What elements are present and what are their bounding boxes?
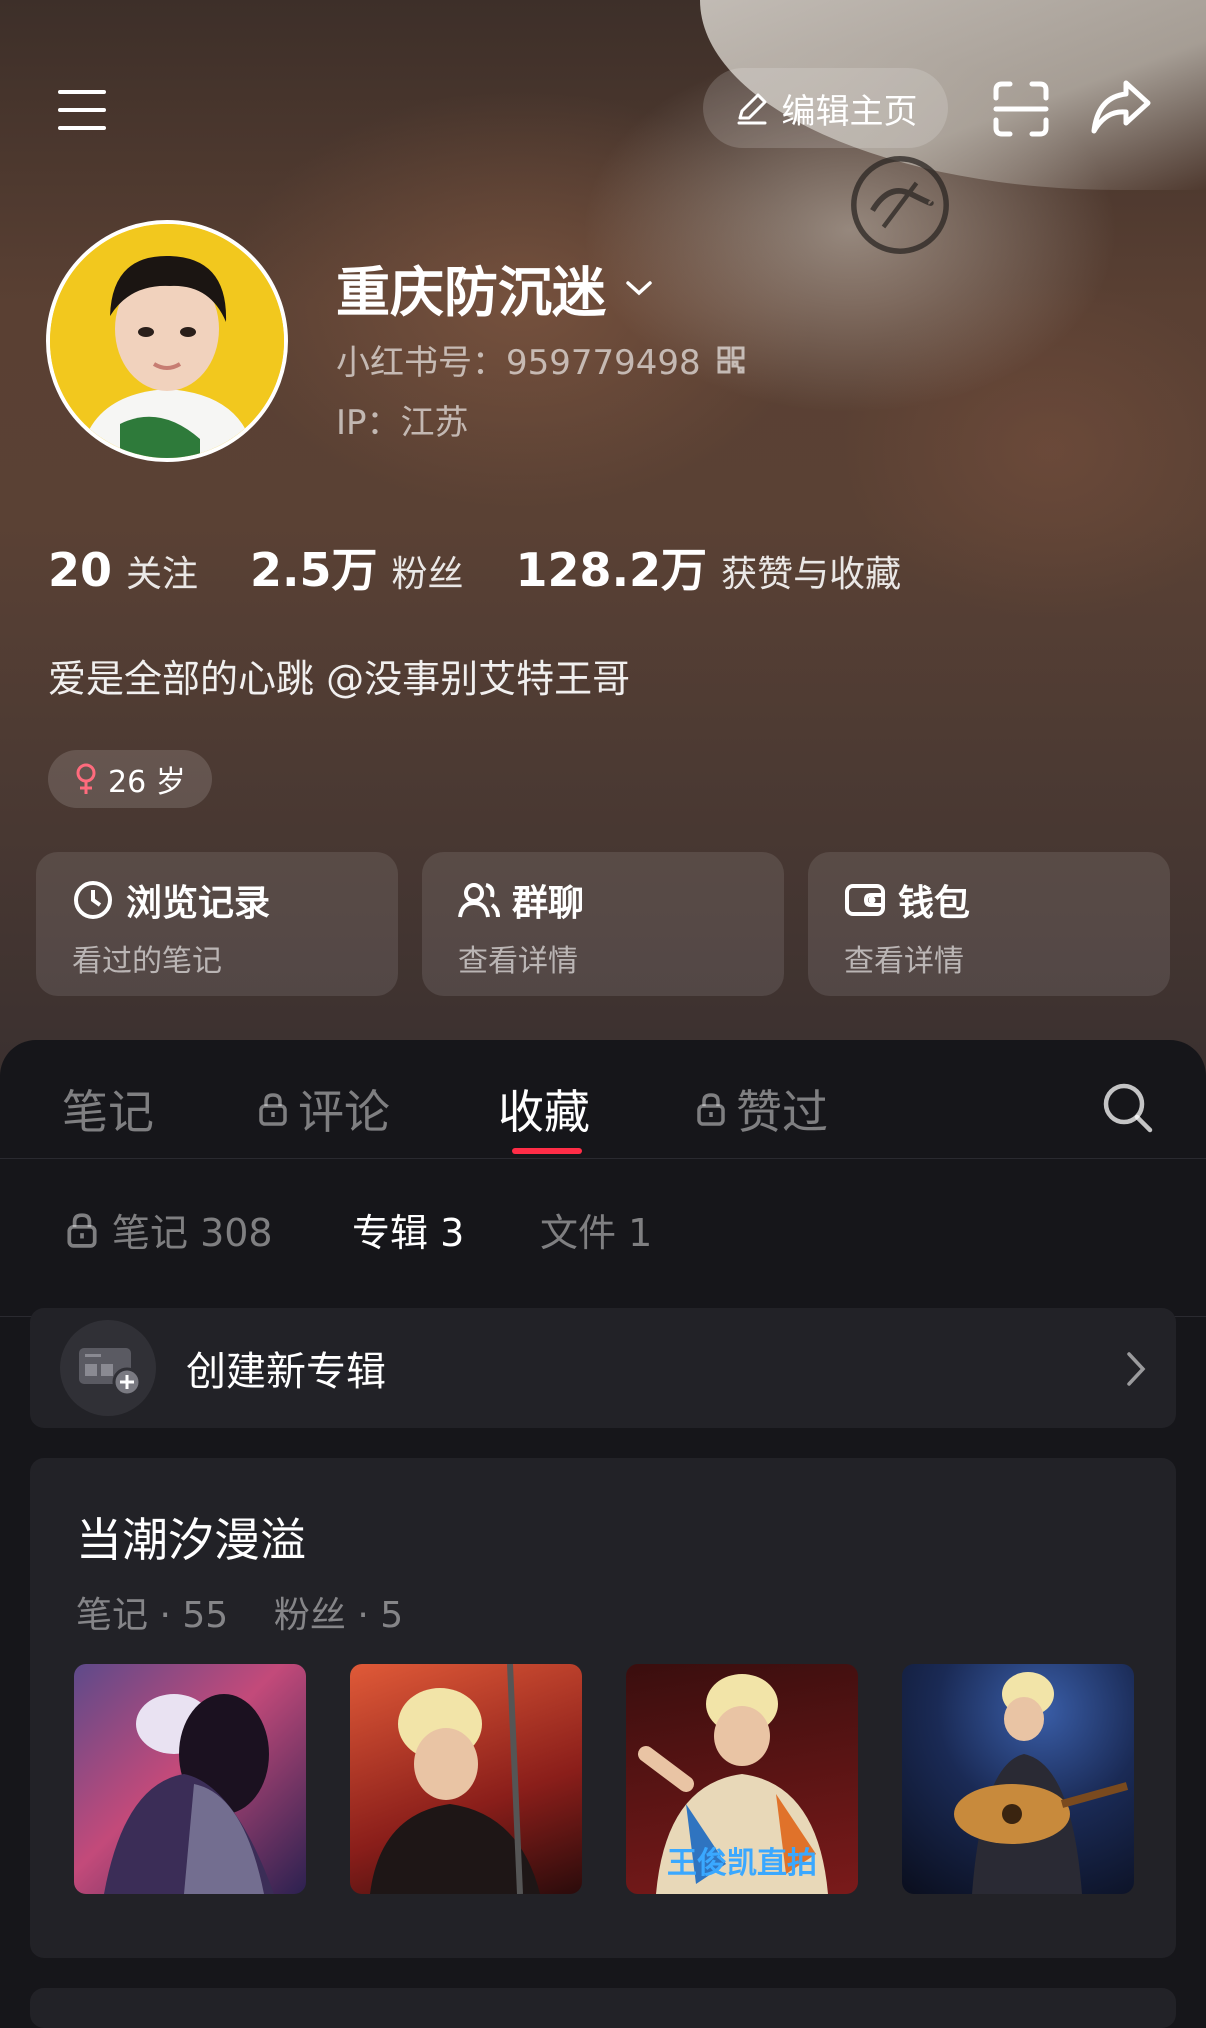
thumbnail-caption: 王俊凯直拍	[667, 1846, 817, 1881]
group-icon	[458, 883, 500, 918]
tab-collections[interactable]: 收藏	[498, 1076, 590, 1142]
create-album-row[interactable]: 创建新专辑	[30, 1308, 1176, 1428]
create-album-label: 创建新专辑	[186, 1349, 386, 1395]
edit-profile-button[interactable]: 编辑主页	[703, 68, 948, 148]
followers-stat[interactable]: 2.5万 粉丝	[250, 534, 464, 600]
subtab-files[interactable]: 文件 1	[540, 1202, 652, 1257]
age-text: 26 岁	[108, 765, 186, 800]
album-thumbnail[interactable]	[74, 1664, 306, 1894]
subtab-albums[interactable]: 专辑 3	[352, 1202, 464, 1257]
followers-count: 2.5万	[250, 543, 378, 597]
group-chat-card[interactable]: 群聊 查看详情	[422, 852, 784, 996]
wallet-card[interactable]: 钱包 查看详情	[808, 852, 1170, 996]
album-thumbnails: 王俊凯直拍	[74, 1664, 1134, 1894]
group-chat-card-title: 群聊	[512, 883, 585, 924]
wallet-card-sub: 查看详情	[844, 944, 964, 979]
subtab-files-label: 文件 1	[540, 1211, 653, 1255]
shortcut-cards: 浏览记录 看过的笔记 群聊 查看详情 钱包 查看详情	[36, 852, 1170, 996]
followers-label: 粉丝	[391, 554, 464, 595]
group-chat-card-sub: 查看详情	[458, 944, 578, 979]
username[interactable]: 重庆防沉迷	[336, 248, 654, 327]
clock-icon	[74, 881, 112, 919]
album-thumbnail[interactable]: 王俊凯直拍	[626, 1664, 858, 1894]
cap-emblem-icon	[851, 156, 949, 254]
album-card[interactable]: 当潮汐漫溢 笔记 · 55 粉丝 · 5 王俊凯直拍	[30, 1458, 1176, 1958]
likes-collects-count: 128.2万	[515, 543, 708, 597]
user-id: 小红书号：959779498	[336, 335, 745, 384]
content-panel: 笔记 评论 收藏 赞过 笔记 308 专辑 3 文件 1 创建新专辑 当潮汐漫溢…	[0, 1040, 1206, 2028]
following-label: 关注	[126, 554, 199, 595]
collection-subtabs: 笔记 308 专辑 3 文件 1	[0, 1158, 1206, 1317]
album-thumbnail[interactable]	[902, 1664, 1134, 1894]
bio: 爱是全部的心跳 @没事别艾特王哥	[48, 657, 631, 701]
gender-age-tag: 26 岁	[48, 750, 212, 808]
tab-liked[interactable]: 赞过	[696, 1076, 828, 1142]
tab-comments[interactable]: 评论	[258, 1076, 390, 1142]
history-card-title: 浏览记录	[126, 883, 271, 924]
user-id-text: 小红书号：959779498	[336, 343, 701, 383]
scan-icon[interactable]	[990, 78, 1052, 140]
following-count: 20	[48, 543, 113, 597]
history-card-sub: 看过的笔记	[72, 944, 222, 979]
album-meta: 笔记 · 55 粉丝 · 5	[76, 1595, 404, 1636]
female-icon	[76, 763, 96, 794]
next-album-card[interactable]	[30, 1988, 1176, 2028]
tab-liked-label: 赞过	[736, 1085, 828, 1139]
tab-notes[interactable]: 笔记	[62, 1076, 154, 1142]
create-album-icon	[60, 1320, 156, 1416]
likes-collects-stat[interactable]: 128.2万 获赞与收藏	[516, 534, 902, 600]
pencil-icon	[737, 93, 766, 125]
lock-icon	[67, 1212, 97, 1248]
avatar[interactable]	[46, 220, 288, 462]
following-stat[interactable]: 20 关注	[48, 543, 198, 597]
likes-collects-label: 获赞与收藏	[721, 554, 902, 595]
history-card[interactable]: 浏览记录 看过的笔记	[36, 852, 398, 996]
lock-icon	[259, 1093, 287, 1126]
lock-icon	[697, 1093, 725, 1126]
menu-icon[interactable]	[52, 80, 112, 140]
search-icon[interactable]	[1100, 1080, 1156, 1136]
album-title: 当潮汐漫溢	[76, 1513, 306, 1567]
tab-notes-label: 笔记	[62, 1085, 154, 1139]
wallet-icon	[845, 884, 885, 916]
chevron-right-icon	[1127, 1352, 1146, 1386]
subtab-notes[interactable]: 笔记 308	[66, 1202, 273, 1257]
username-text: 重庆防沉迷	[336, 261, 606, 324]
chevron-down-icon	[626, 280, 652, 295]
profile-stats: 20 关注 2.5万 粉丝 128.2万 获赞与收藏	[48, 534, 953, 600]
album-thumbnail[interactable]	[350, 1664, 582, 1894]
profile-tabs: 笔记 评论 收藏 赞过	[0, 1040, 1206, 1159]
edit-profile-label: 编辑主页	[781, 91, 918, 132]
subtab-notes-label: 笔记 308	[112, 1211, 273, 1255]
active-tab-indicator	[512, 1148, 582, 1154]
qr-code-icon[interactable]	[717, 346, 745, 374]
share-icon[interactable]	[1088, 74, 1154, 140]
wallet-card-title: 钱包	[898, 883, 971, 924]
tab-collections-label: 收藏	[498, 1085, 590, 1139]
subtab-albums-label: 专辑 3	[352, 1211, 465, 1255]
ip-location: IP：江苏	[336, 403, 469, 443]
tab-comments-label: 评论	[298, 1085, 390, 1139]
